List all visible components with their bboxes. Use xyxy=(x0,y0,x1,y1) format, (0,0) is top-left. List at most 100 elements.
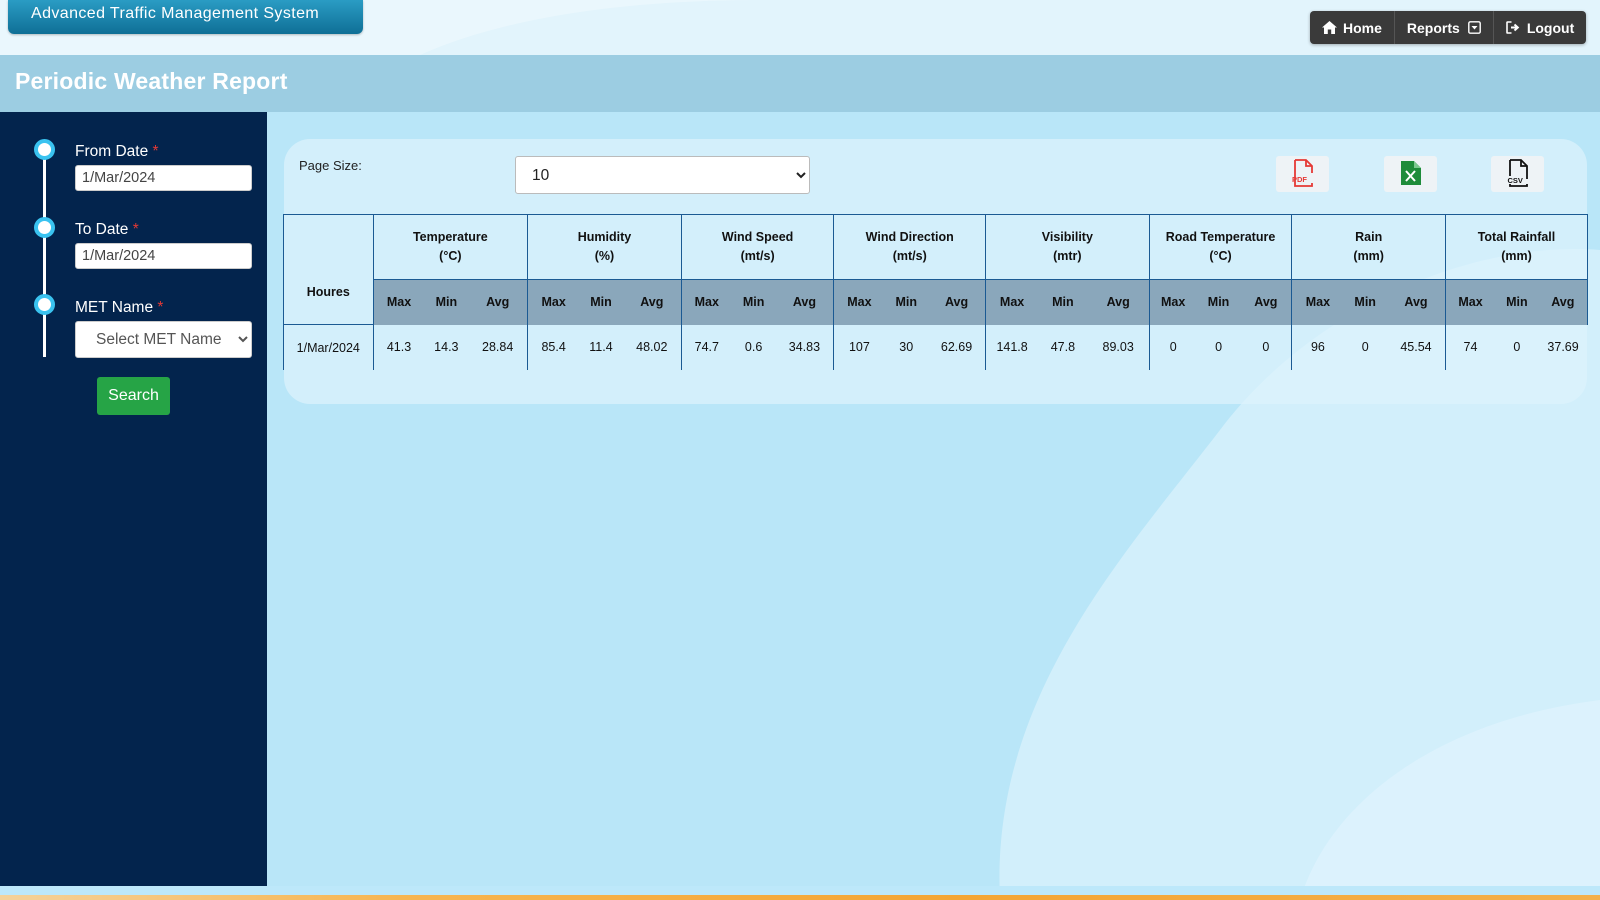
group-header-humidity: Humidity (%) xyxy=(527,214,682,280)
weather-table-container: Houres Temperature (°C) Humidity (%) Wind … xyxy=(283,214,1588,370)
temperature-min-cell: 14.3 xyxy=(424,324,469,370)
required-marker: * xyxy=(152,143,159,160)
visibility-min-cell: 47.8 xyxy=(1038,324,1088,370)
nav-reports-label: Reports xyxy=(1406,19,1460,36)
subheader-max: Max xyxy=(833,279,885,325)
report-panel: Page Size: 10 PDF CSV Houres Temperature… xyxy=(283,139,1588,404)
excel-file-icon xyxy=(1400,160,1422,189)
subheader-max: Max xyxy=(1149,279,1197,325)
wind-direction-avg-cell: 62.69 xyxy=(928,324,987,370)
group-header-wind-direction: Wind Direction (mt/s) xyxy=(833,214,987,280)
hour-cell: 1/Mar/2024 xyxy=(283,324,374,370)
rain-avg-cell: 45.54 xyxy=(1386,324,1446,370)
search-button[interactable]: Search xyxy=(97,377,170,415)
wind-speed-avg-cell: 34.83 xyxy=(775,324,835,370)
page-title: Periodic Weather Report xyxy=(15,68,288,94)
met-name-select[interactable]: Select MET Name xyxy=(75,321,252,358)
total-rainfall-min-cell: 0 xyxy=(1495,324,1539,370)
total-rainfall-max-cell: 74 xyxy=(1445,324,1496,370)
timeline-line xyxy=(43,152,46,357)
visibility-max-cell: 141.8 xyxy=(985,324,1039,370)
subheader-avg: Avg xyxy=(1386,279,1446,325)
total-rainfall-avg-cell: 37.69 xyxy=(1538,324,1588,370)
humidity-avg-cell: 48.02 xyxy=(622,324,682,370)
required-marker: * xyxy=(157,299,164,316)
subheader-min: Min xyxy=(1196,279,1241,325)
timeline-dot xyxy=(34,294,55,315)
from-date-label: From Date * xyxy=(75,143,159,160)
group-header-rain: Rain (mm) xyxy=(1291,214,1446,280)
page-size-select[interactable]: 10 xyxy=(515,156,810,194)
nav-reports[interactable]: Reports xyxy=(1395,11,1494,44)
subheader-max: Max xyxy=(527,279,580,325)
timeline-dot xyxy=(34,139,55,160)
subheader-avg: Avg xyxy=(1087,279,1150,325)
group-header-road-temperature: Road Temperature (°C) xyxy=(1148,214,1293,280)
pdf-file-icon: PDF xyxy=(1291,158,1315,190)
table-row: 1/Mar/2024 41.3 14.3 28.84 85.4 11.4 48.… xyxy=(283,324,1588,370)
weather-table: Houres Temperature (°C) Humidity (%) Wind … xyxy=(283,214,1588,370)
nav-home-label: Home xyxy=(1343,19,1382,36)
wind-direction-min-cell: 30 xyxy=(884,324,929,370)
met-name-label: MET Name * xyxy=(75,299,164,316)
temperature-max-cell: 41.3 xyxy=(373,324,425,370)
app-title: Advanced Traffic Management System xyxy=(8,0,363,34)
from-date-input[interactable] xyxy=(75,165,252,191)
subheader-min: Min xyxy=(731,279,776,325)
wind-speed-min-cell: 0.6 xyxy=(731,324,776,370)
subheader-min: Min xyxy=(424,279,469,325)
timeline-dot xyxy=(34,217,55,238)
subheader-avg: Avg xyxy=(775,279,835,325)
humidity-min-cell: 11.4 xyxy=(579,324,623,370)
group-header-visibility: Visibility (mtr) xyxy=(985,214,1150,280)
group-header-total-rainfall: Total Rainfall (mm) xyxy=(1444,214,1588,280)
to-date-input[interactable] xyxy=(75,243,252,269)
export-pdf-button[interactable]: PDF xyxy=(1276,156,1329,192)
csv-file-icon: CSV xyxy=(1506,158,1530,190)
group-header-wind-speed: Wind Speed (mt/s) xyxy=(680,214,835,280)
road-temperature-min-cell: 0 xyxy=(1196,324,1241,370)
nav-logout[interactable]: Logout xyxy=(1494,11,1586,44)
subheader-max: Max xyxy=(373,279,425,325)
filter-sidebar: From Date * To Date * MET Name * Select … xyxy=(0,112,267,886)
road-temperature-max-cell: 0 xyxy=(1149,324,1197,370)
rain-min-cell: 0 xyxy=(1343,324,1387,370)
footer-accent-bar xyxy=(0,895,1600,900)
wind-direction-max-cell: 107 xyxy=(833,324,885,370)
humidity-max-cell: 85.4 xyxy=(527,324,580,370)
subheader-avg: Avg xyxy=(1538,279,1588,325)
subheader-min: Min xyxy=(1495,279,1539,325)
subheader-max: Max xyxy=(1291,279,1344,325)
subheader-min: Min xyxy=(1038,279,1088,325)
nav-logout-label: Logout xyxy=(1526,19,1575,36)
caret-square-down-icon xyxy=(1467,21,1481,34)
svg-text:PDF: PDF xyxy=(1292,175,1307,184)
home-icon xyxy=(1322,21,1337,34)
road-temperature-avg-cell: 0 xyxy=(1240,324,1293,370)
subheader-avg: Avg xyxy=(1240,279,1293,325)
subheader-avg: Avg xyxy=(928,279,987,325)
rain-max-cell: 96 xyxy=(1291,324,1344,370)
wind-speed-max-cell: 74.7 xyxy=(681,324,732,370)
main-nav: Home Reports Logout xyxy=(1310,11,1586,44)
nav-home[interactable]: Home xyxy=(1310,11,1395,44)
page-size-label: Page Size: xyxy=(299,158,362,173)
group-header-temperature: Temperature (°C) xyxy=(372,214,529,280)
top-bar: Advanced Traffic Management System Home … xyxy=(0,0,1600,55)
visibility-avg-cell: 89.03 xyxy=(1087,324,1150,370)
subheader-avg: Avg xyxy=(468,279,529,325)
subheader-min: Min xyxy=(884,279,929,325)
to-date-label: To Date * xyxy=(75,221,139,238)
footer-strip xyxy=(0,886,1600,900)
subheader-min: Min xyxy=(1343,279,1387,325)
required-marker: * xyxy=(132,221,139,238)
temperature-avg-cell: 28.84 xyxy=(468,324,529,370)
title-bar: Periodic Weather Report xyxy=(0,55,1600,112)
svg-text:CSV: CSV xyxy=(1507,176,1522,185)
export-csv-button[interactable]: CSV xyxy=(1491,156,1544,192)
subheader-max: Max xyxy=(1445,279,1496,325)
subheader-min: Min xyxy=(579,279,623,325)
sign-out-icon xyxy=(1506,21,1521,34)
subheader-avg: Avg xyxy=(622,279,682,325)
export-excel-button[interactable] xyxy=(1384,156,1437,192)
